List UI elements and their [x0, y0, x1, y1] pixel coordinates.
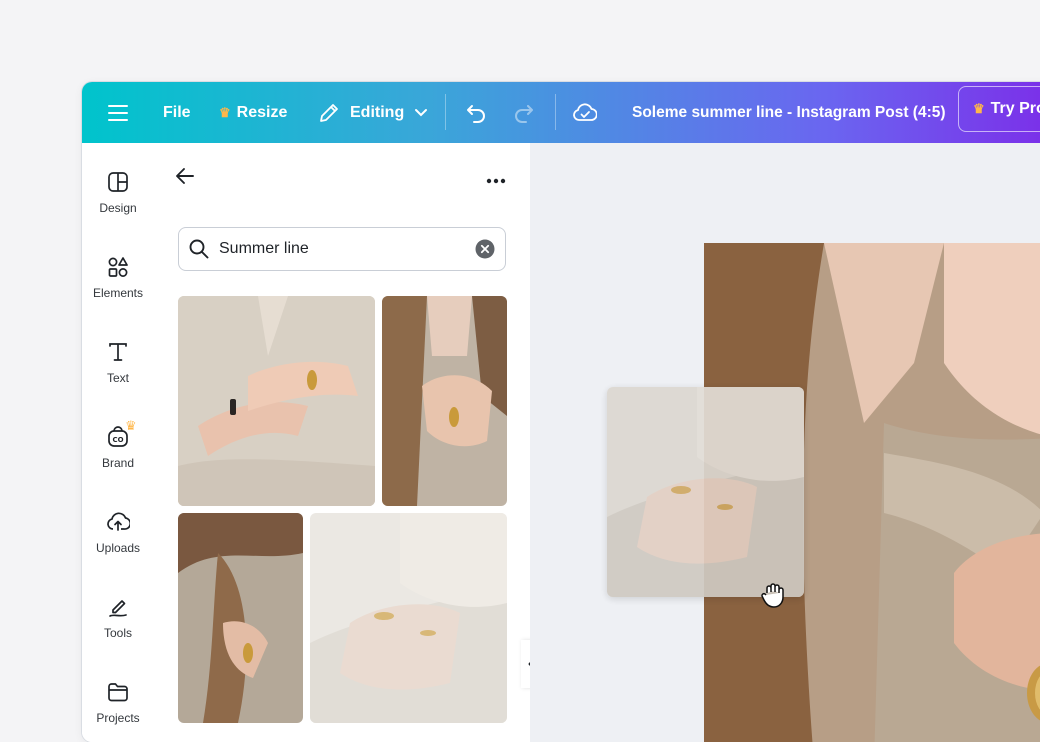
photo-hair-ring-2	[178, 513, 303, 723]
more-horizontal-icon	[486, 178, 506, 184]
sidebar-item-label: Projects	[96, 711, 140, 725]
crown-icon: ♛	[973, 101, 985, 116]
redo-button[interactable]	[513, 82, 535, 143]
editing-mode-button[interactable]: Editing	[318, 82, 428, 143]
search-input[interactable]: Summer line	[219, 240, 309, 258]
sidebar-item-label: Brand	[101, 456, 135, 470]
sidebar-item-label: Design	[99, 201, 137, 215]
shapes-icon	[108, 257, 128, 277]
editor-window: File ♛ Resize Editing Soleme summer line…	[82, 82, 1040, 742]
sidebar-item-label: Text	[106, 371, 129, 385]
try-pro-label: Try Pro	[990, 100, 1040, 117]
sidebar-item-tools[interactable]: Tools	[82, 596, 154, 640]
resize-button[interactable]: ♛ Resize	[219, 82, 287, 143]
sidebar-item-label: Uploads	[95, 541, 141, 555]
file-menu-button[interactable]: File	[163, 82, 191, 143]
upload-cloud-icon	[107, 512, 130, 531]
sidebar-item-text[interactable]: Text	[82, 341, 154, 385]
search-result-image[interactable]	[178, 296, 375, 506]
redo-icon	[515, 104, 533, 123]
document-title[interactable]: Soleme summer line - Instagram Post (4:5…	[632, 82, 946, 143]
side-navigation: Design Elements Text ♛ CO Brand Uploads …	[82, 143, 154, 742]
layout-icon	[108, 172, 128, 192]
resize-label: Resize	[236, 103, 288, 121]
toolbar-divider	[555, 94, 556, 130]
hamburger-icon[interactable]	[108, 82, 128, 143]
photo-hands-rings	[178, 296, 375, 506]
sidebar-item-projects[interactable]: Projects	[82, 681, 154, 725]
top-toolbar: File ♛ Resize Editing Soleme summer line…	[82, 82, 1040, 143]
sidebar-item-elements[interactable]: Elements	[82, 256, 154, 300]
search-field[interactable]: Summer line	[178, 227, 506, 271]
search-panel: Summer line	[154, 143, 530, 742]
search-icon	[189, 239, 209, 259]
grab-cursor-icon	[760, 581, 788, 614]
toolbar-divider	[445, 94, 446, 130]
design-canvas[interactable]	[530, 143, 1040, 742]
more-options-button[interactable]	[486, 171, 506, 189]
photo-hand-rings-pale	[607, 387, 804, 597]
editing-label: Editing	[350, 103, 405, 121]
pen-tool-icon	[109, 600, 127, 617]
photo-hand-rings-pale	[310, 513, 507, 723]
crown-icon: ♛	[125, 418, 137, 433]
arrow-left-icon	[176, 168, 194, 184]
sidebar-item-label: Elements	[92, 286, 144, 300]
clear-search-icon[interactable]	[475, 239, 495, 259]
cloud-saved-button[interactable]	[573, 82, 597, 143]
folder-icon	[108, 683, 128, 702]
search-result-image[interactable]	[310, 513, 507, 723]
sidebar-item-brand[interactable]: ♛ CO Brand	[82, 418, 154, 470]
sidebar-item-uploads[interactable]: Uploads	[82, 511, 154, 555]
search-result-image[interactable]	[382, 296, 507, 506]
crown-icon: ♛	[219, 104, 231, 120]
text-icon	[109, 343, 127, 361]
undo-button[interactable]	[465, 82, 487, 143]
pencil-icon	[320, 103, 338, 122]
cloud-check-icon	[573, 102, 597, 121]
back-button[interactable]	[175, 167, 195, 190]
photo-hair-ring	[382, 296, 507, 506]
chevron-down-icon	[415, 108, 428, 116]
svg-text:CO: CO	[112, 436, 123, 444]
undo-icon	[467, 104, 485, 123]
search-result-image[interactable]	[178, 513, 303, 723]
sidebar-item-design[interactable]: Design	[82, 171, 154, 215]
file-label: File	[163, 103, 191, 121]
sidebar-item-label: Tools	[103, 626, 132, 640]
try-pro-button[interactable]: ♛ Try Pro	[958, 86, 1040, 132]
dragged-image-preview[interactable]	[607, 387, 804, 597]
